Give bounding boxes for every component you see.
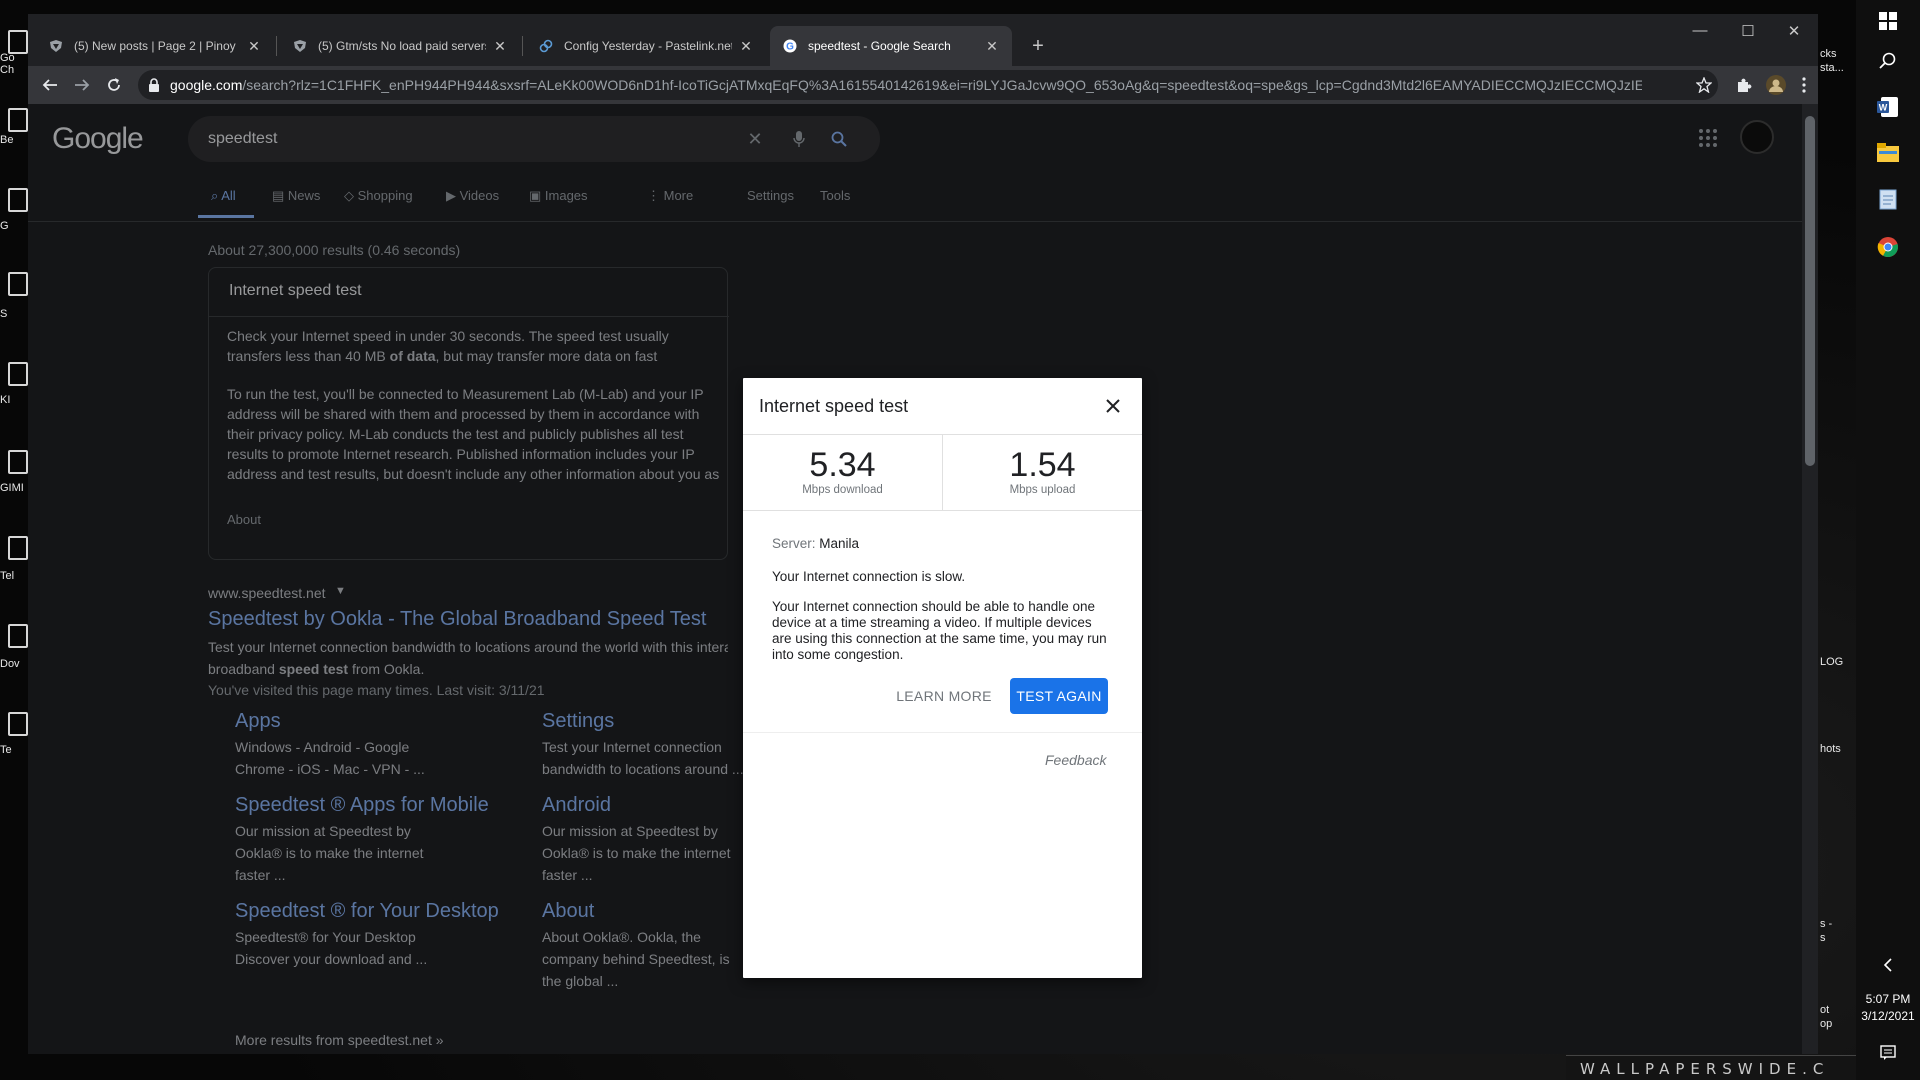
page-scrollbar[interactable] bbox=[1802, 104, 1818, 1054]
test-again-button[interactable]: TEST AGAIN bbox=[1010, 678, 1108, 714]
window-close-icon[interactable]: ✕ bbox=[1774, 22, 1814, 46]
address-bar[interactable]: google.com /search?rlz=1C1FHFK_enPH944PH… bbox=[138, 70, 1718, 100]
url-path: /search?rlz=1C1FHFK_enPH944PH944&sxsrf=A… bbox=[242, 77, 1643, 93]
close-icon[interactable] bbox=[1101, 394, 1125, 418]
new-tab-button[interactable]: + bbox=[1018, 26, 1058, 66]
desktop-shortcut-icon[interactable] bbox=[8, 108, 28, 132]
download-speed-value: 5.34 bbox=[809, 446, 876, 484]
page-viewport: Google speedtest ✕ ⌕ All ▤ News ◇ Shoppi… bbox=[28, 104, 1818, 1054]
browser-toolbar: google.com /search?rlz=1C1FHFK_enPH944PH… bbox=[28, 66, 1818, 104]
server-info: Server: Manila bbox=[772, 536, 860, 551]
close-icon[interactable]: ✕ bbox=[738, 38, 754, 55]
forum-favicon-icon bbox=[292, 38, 308, 54]
extensions-puzzle-icon[interactable] bbox=[1730, 71, 1758, 99]
chevron-left-icon[interactable] bbox=[1873, 950, 1903, 980]
taskbar-clock-time[interactable]: 5:07 PM bbox=[1856, 992, 1920, 1006]
desktop-shortcut-label: Dov bbox=[0, 658, 20, 670]
desktop-shortcut-label: G bbox=[0, 220, 9, 232]
windows-start-icon[interactable] bbox=[1873, 6, 1903, 36]
learn-more-button[interactable]: LEARN MORE bbox=[890, 678, 998, 714]
svg-text:G: G bbox=[786, 42, 794, 53]
url-host: google.com bbox=[170, 77, 243, 93]
desktop-shortcut-label: Te bbox=[0, 744, 12, 756]
desktop-shortcut-icon[interactable] bbox=[8, 188, 28, 212]
browser-tab[interactable]: (5) New posts | Page 2 | Pinoy Int ✕ bbox=[36, 26, 274, 66]
desktop-shortcut-icon[interactable] bbox=[8, 624, 28, 648]
bookmark-star-icon[interactable] bbox=[1695, 76, 1713, 96]
desktop-shortcut-label: op bbox=[1820, 1018, 1833, 1030]
desktop-shortcut-icon[interactable] bbox=[8, 712, 28, 736]
desktop-shortcut-label: cks bbox=[1820, 48, 1837, 60]
pastelink-favicon-icon bbox=[538, 38, 554, 54]
wallpaper-watermark: WALLPAPERSWIDE.C bbox=[1566, 1055, 1856, 1080]
forward-arrow-icon[interactable] bbox=[68, 71, 96, 99]
taskbar: W 5:07 PM 3/12/2021 bbox=[1856, 0, 1920, 1080]
google-favicon-icon: G bbox=[782, 38, 798, 54]
scrollbar-thumb[interactable] bbox=[1805, 116, 1815, 466]
desktop-shortcut-label: Be bbox=[0, 134, 14, 146]
upload-speed-value: 1.54 bbox=[1009, 446, 1076, 484]
profile-avatar-icon[interactable] bbox=[1762, 71, 1790, 99]
connection-detail-message: Your Internet connection should be able … bbox=[772, 599, 1107, 662]
word-icon[interactable]: W bbox=[1873, 92, 1903, 122]
reload-icon[interactable] bbox=[100, 71, 128, 99]
dialog-divider bbox=[743, 732, 1142, 733]
tab-separator bbox=[522, 36, 523, 56]
desktop-shortcut-label: LOG bbox=[1820, 656, 1844, 668]
maximize-icon[interactable]: ☐ bbox=[1728, 22, 1768, 46]
notification-center-icon[interactable] bbox=[1873, 1038, 1903, 1068]
desktop-shortcut-label: s bbox=[1820, 932, 1826, 944]
desktop-shortcut-icon[interactable] bbox=[8, 30, 28, 54]
search-icon[interactable] bbox=[1873, 46, 1903, 76]
minimize-icon[interactable]: — bbox=[1680, 22, 1720, 46]
desktop-shortcut-icon[interactable] bbox=[8, 450, 28, 474]
taskbar-clock-date[interactable]: 3/12/2021 bbox=[1856, 1009, 1920, 1023]
desktop-shortcut-label: Go bbox=[0, 52, 15, 64]
feedback-link[interactable]: Feedback bbox=[1045, 752, 1106, 768]
desktop-shortcut-icon[interactable] bbox=[8, 536, 28, 560]
desktop-shortcut-icon[interactable] bbox=[8, 362, 28, 386]
chrome-browser-window: (5) New posts | Page 2 | Pinoy Int ✕ (5)… bbox=[28, 14, 1818, 1054]
desktop-shortcut-label: sta... bbox=[1820, 62, 1844, 74]
close-icon[interactable]: ✕ bbox=[246, 38, 262, 55]
file-explorer-icon[interactable] bbox=[1873, 138, 1903, 168]
browser-tab-title: speedtest - Google Search bbox=[808, 39, 951, 53]
desktop-shortcut-label: s - bbox=[1820, 918, 1833, 930]
browser-menu-icon[interactable] bbox=[1790, 71, 1818, 99]
desktop-shortcut-label: Tel bbox=[0, 570, 15, 582]
desktop-shortcut-label: hots bbox=[1820, 743, 1841, 755]
browser-tab-active[interactable]: G speedtest - Google Search ✕ bbox=[770, 26, 1012, 66]
desktop-shortcut-label: GIMI bbox=[0, 482, 24, 494]
browser-tab[interactable]: Config Yesterday - Pastelink.net ✕ bbox=[526, 26, 766, 66]
tab-strip: (5) New posts | Page 2 | Pinoy Int ✕ (5)… bbox=[28, 14, 1818, 66]
close-icon[interactable]: ✕ bbox=[984, 38, 1000, 55]
svg-text:W: W bbox=[1879, 103, 1888, 113]
connection-status-message: Your Internet connection is slow. bbox=[772, 569, 966, 584]
browser-tab-title: (5) Gtm/sts No load paid servers bbox=[318, 39, 486, 53]
browser-tab-title: Config Yesterday - Pastelink.net bbox=[564, 39, 732, 53]
chrome-icon[interactable] bbox=[1873, 232, 1903, 262]
close-icon[interactable]: ✕ bbox=[492, 38, 508, 55]
browser-tab-title: (5) New posts | Page 2 | Pinoy Int bbox=[74, 39, 240, 53]
notepad-icon[interactable] bbox=[1873, 184, 1903, 214]
speed-test-dialog: Internet speed test 5.34 Mbps download 1… bbox=[743, 378, 1142, 978]
dialog-title: Internet speed test bbox=[759, 396, 909, 416]
desktop-shortcut-label: ot bbox=[1820, 1004, 1830, 1016]
forum-favicon-icon bbox=[48, 38, 64, 54]
download-speed-label: Mbps download bbox=[802, 484, 883, 496]
tab-separator bbox=[276, 36, 277, 56]
lock-icon[interactable] bbox=[148, 78, 160, 92]
upload-speed-label: Mbps upload bbox=[1009, 484, 1076, 496]
dialog-divider bbox=[743, 510, 1142, 511]
desktop-shortcut-label: S bbox=[0, 308, 8, 320]
desktop-shortcut-icon[interactable] bbox=[8, 272, 28, 296]
back-arrow-icon[interactable] bbox=[36, 71, 64, 99]
desktop-shortcut-label: KI bbox=[0, 394, 11, 406]
browser-tab[interactable]: (5) Gtm/sts No load paid servers ✕ bbox=[280, 26, 520, 66]
desktop-shortcut-label: Ch bbox=[0, 64, 15, 76]
